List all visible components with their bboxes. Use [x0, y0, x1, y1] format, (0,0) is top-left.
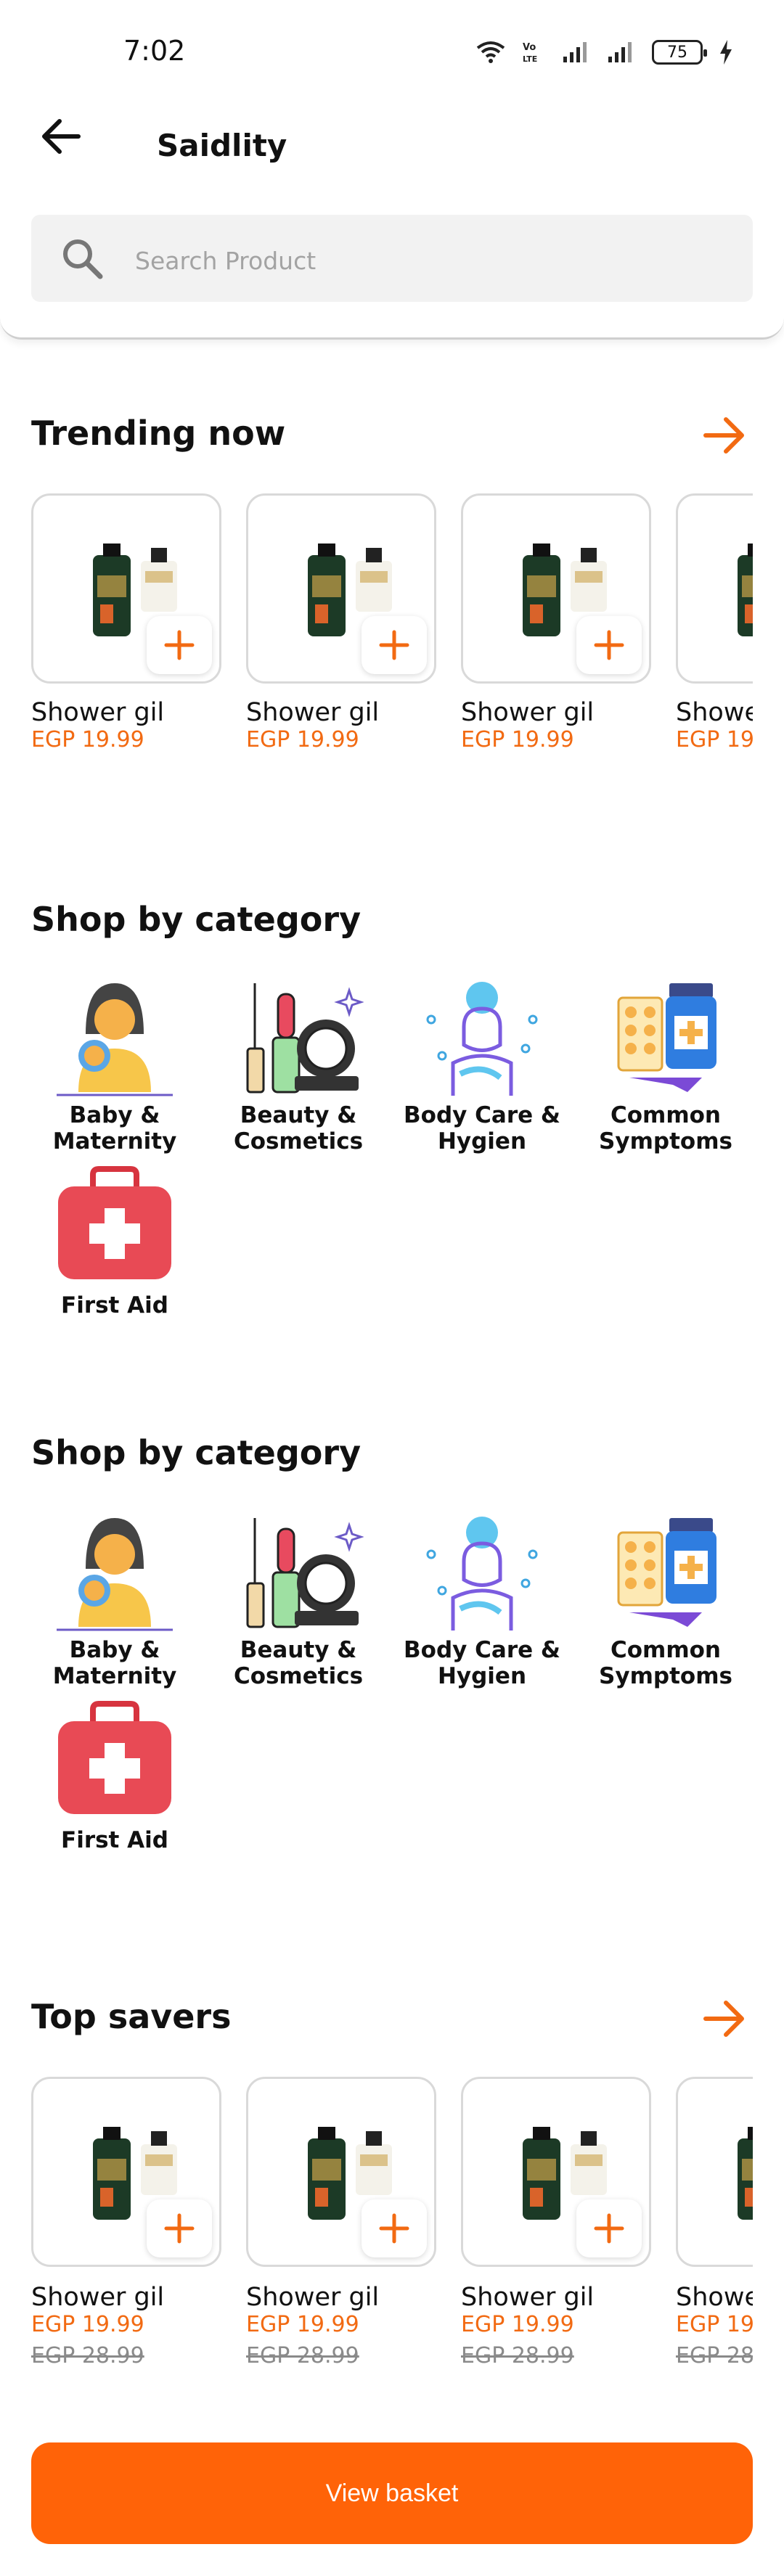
- top-savers-title: Top savers: [31, 1997, 232, 2036]
- category-section-title-2: Shop by category: [31, 1433, 362, 1472]
- category-common-symptoms[interactable]: Common Symptoms: [582, 1511, 749, 1689]
- product-price: EGP 19.99: [461, 727, 574, 752]
- product-old-price: EGP 28.99: [461, 2343, 574, 2368]
- category-baby-maternity[interactable]: Baby & Maternity: [31, 976, 198, 1154]
- baby-maternity-icon: [57, 1518, 173, 1631]
- product-card[interactable]: Shower gil EGP 19.99: [246, 493, 436, 752]
- product-name: Shower gil: [246, 2283, 380, 2312]
- add-to-cart-button[interactable]: [147, 616, 212, 674]
- product-card[interactable]: Shower gil EGP 19.99 EGP 28.99: [676, 2077, 753, 2368]
- view-basket-label: View basket: [325, 2479, 459, 2507]
- product-price: EGP 19.99: [246, 727, 359, 752]
- top-savers-see-all-button[interactable]: [698, 1993, 749, 2044]
- top-savers-list: Shower gil EGP 19.99 EGP 28.99 Shower gi…: [0, 2077, 753, 2389]
- plus-icon: [164, 630, 195, 660]
- category-label: Common Symptoms: [599, 1102, 732, 1154]
- category-section-title: Shop by category: [31, 900, 362, 939]
- category-label: Baby & Maternity: [52, 1102, 177, 1154]
- trending-list: Shower gil EGP 19.99 Shower gil EGP 19.9…: [0, 493, 753, 769]
- product-price: EGP 19.99: [676, 2312, 753, 2337]
- add-to-cart-button[interactable]: [362, 616, 427, 674]
- category-first-aid[interactable]: First Aid: [31, 1166, 198, 1318]
- category-beauty-cosmetics[interactable]: Beauty & Cosmetics: [215, 976, 382, 1154]
- category-beauty-cosmetics[interactable]: Beauty & Cosmetics: [215, 1511, 382, 1689]
- product-price: EGP 19.99: [31, 2312, 144, 2337]
- category-label: Body Care & Hygien: [404, 1637, 560, 1689]
- category-grid-2: Baby & Maternity Beauty & Cosmetics Body…: [31, 1511, 757, 1888]
- category-label: Common Symptoms: [599, 1637, 732, 1689]
- beauty-cosmetics-icon: [246, 983, 364, 1094]
- category-label: First Aid: [61, 1292, 168, 1318]
- add-to-cart-button[interactable]: [362, 2199, 427, 2257]
- trending-title: Trending now: [31, 414, 286, 453]
- category-label: Body Care & Hygien: [404, 1102, 560, 1154]
- product-image-frame: [676, 493, 753, 684]
- trending-see-all-button[interactable]: [698, 410, 749, 461]
- category-label: First Aid: [61, 1827, 168, 1853]
- product-price: EGP 19.99: [246, 2312, 359, 2337]
- plus-icon: [594, 630, 624, 660]
- add-to-cart-button[interactable]: [576, 2199, 642, 2257]
- arrow-right-icon: [703, 417, 744, 454]
- product-name: Shower gil: [461, 698, 595, 727]
- category-label: Beauty & Cosmetics: [233, 1637, 364, 1689]
- product-image-frame: [246, 493, 436, 684]
- product-old-price: EGP 28.99: [246, 2343, 359, 2368]
- body-care-icon: [426, 982, 538, 1096]
- product-card[interactable]: Shower gil EGP 19.99 EGP 28.99: [31, 2077, 221, 2368]
- product-price: EGP 19.99: [31, 727, 144, 752]
- first-aid-icon: [58, 1166, 171, 1279]
- page-title: Saidlity: [157, 128, 287, 163]
- plus-icon: [594, 2213, 624, 2244]
- body-care-icon: [426, 1517, 538, 1630]
- product-name: Shower gil: [246, 698, 380, 727]
- product-price: EGP 19.99: [461, 2312, 574, 2337]
- product-price: EGP 19.99: [676, 727, 753, 752]
- product-card[interactable]: Shower gil EGP 19.99: [461, 493, 651, 752]
- first-aid-icon: [58, 1701, 171, 1814]
- back-button[interactable]: [38, 113, 84, 160]
- product-image-frame: [461, 493, 651, 684]
- product-old-price: EGP 28.99: [676, 2343, 753, 2368]
- search-icon: [63, 239, 103, 279]
- product-card[interactable]: Shower gil EGP 19.99 EGP 28.99: [246, 2077, 436, 2368]
- common-symptoms-icon: [617, 1518, 716, 1627]
- category-body-care-hygien[interactable]: Body Care & Hygien: [399, 1511, 565, 1689]
- product-card[interactable]: Shower gil EGP 19.99 EGP 28.99: [461, 2077, 651, 2368]
- plus-icon: [164, 2213, 195, 2244]
- product-name: Shower gil: [461, 2283, 595, 2312]
- product-image-frame: [31, 2077, 221, 2267]
- baby-maternity-icon: [57, 983, 173, 1096]
- arrow-left-icon: [42, 119, 81, 154]
- category-label: Beauty & Cosmetics: [233, 1102, 364, 1154]
- product-image-frame: [31, 493, 221, 684]
- shower-gel-image: [738, 543, 753, 636]
- product-name: Shower gil: [676, 698, 753, 727]
- product-name: Shower gil: [31, 698, 165, 727]
- product-image-frame: [461, 2077, 651, 2267]
- category-label: Baby & Maternity: [52, 1637, 177, 1689]
- product-card[interactable]: Shower gil EGP 19.99: [676, 493, 753, 752]
- product-card[interactable]: Shower gil EGP 19.99: [31, 493, 221, 752]
- category-first-aid[interactable]: First Aid: [31, 1701, 198, 1853]
- product-image-frame: [246, 2077, 436, 2267]
- arrow-right-icon: [703, 2001, 744, 2037]
- add-to-cart-button[interactable]: [576, 616, 642, 674]
- product-name: Shower gil: [676, 2283, 753, 2312]
- category-grid: Baby & Maternity Beauty & Cosmetics Body…: [31, 976, 757, 1353]
- category-baby-maternity[interactable]: Baby & Maternity: [31, 1511, 198, 1689]
- plus-icon: [379, 630, 409, 660]
- product-old-price: EGP 28.99: [31, 2343, 144, 2368]
- plus-icon: [379, 2213, 409, 2244]
- product-name: Shower gil: [31, 2283, 165, 2312]
- category-common-symptoms[interactable]: Common Symptoms: [582, 976, 749, 1154]
- category-body-care-hygien[interactable]: Body Care & Hygien: [399, 976, 565, 1154]
- shower-gel-image: [738, 2127, 753, 2220]
- common-symptoms-icon: [617, 983, 716, 1092]
- add-to-cart-button[interactable]: [147, 2199, 212, 2257]
- beauty-cosmetics-icon: [246, 1518, 364, 1628]
- view-basket-button[interactable]: View basket: [31, 2442, 753, 2544]
- product-image-frame: [676, 2077, 753, 2267]
- search-input[interactable]: [135, 242, 716, 279]
